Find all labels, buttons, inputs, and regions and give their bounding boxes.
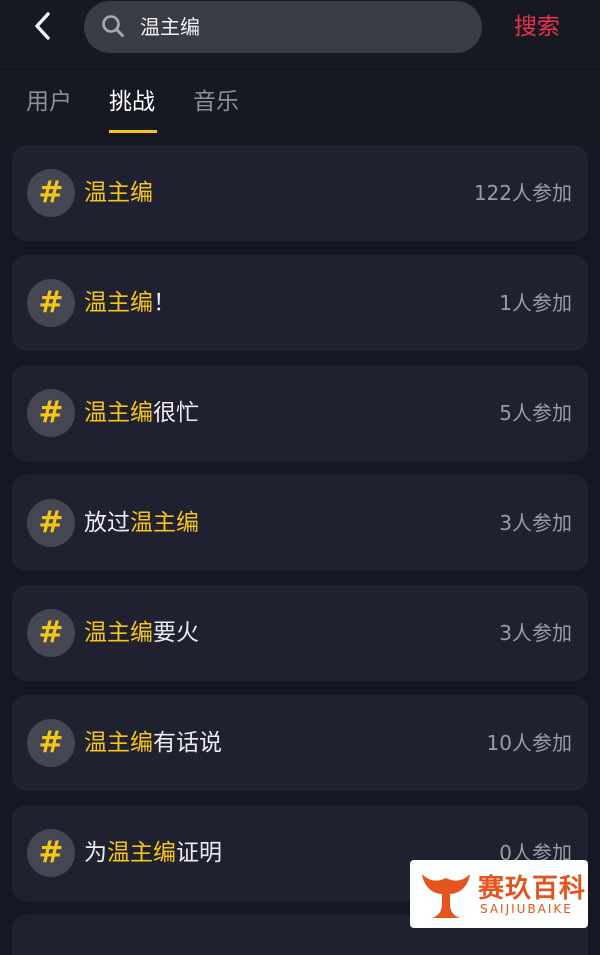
hashtag-icon: # (27, 169, 75, 217)
challenge-item[interactable]: # 温主编 122人参加 (12, 145, 588, 241)
challenge-title: 为温主编证明 (84, 840, 222, 866)
chevron-left-icon (35, 12, 50, 40)
watermark-text-en: SAIJIUBAIKE (480, 902, 573, 916)
search-bar[interactable]: 温主编 (84, 1, 482, 53)
tab-users[interactable]: 用户 (26, 87, 72, 117)
participant-count: 122人参加 (473, 181, 572, 205)
tab-challenges[interactable]: 挑战 (109, 87, 155, 117)
challenge-title: 温主编 (84, 180, 153, 206)
challenge-item[interactable]: # 温主编！ 1人参加 (12, 255, 588, 351)
participant-count: 1人参加 (499, 291, 572, 315)
challenge-item[interactable]: # 放过温主编 3人参加 (12, 475, 588, 571)
challenge-item[interactable]: # 温主编要火 3人参加 (12, 585, 588, 681)
challenge-item[interactable]: # 温主编很忙 5人参加 (12, 365, 588, 461)
hashtag-icon: # (27, 829, 75, 877)
hashtag-icon: # (27, 389, 75, 437)
tab-bar: 用户 挑战 音乐 (0, 66, 600, 133)
active-tab-indicator (109, 130, 157, 133)
participant-count: 5人参加 (499, 401, 572, 425)
hashtag-icon: # (27, 279, 75, 327)
participant-count: 3人参加 (499, 511, 572, 535)
hashtag-icon: # (27, 499, 75, 547)
watermark-text-cn: 赛玖百科 (478, 874, 587, 904)
search-button[interactable]: 搜索 (514, 12, 560, 42)
watermark-logo: 赛玖百科 SAIJIUBAIKE (410, 860, 588, 928)
top-bar: 温主编 搜索 (0, 0, 600, 64)
hashtag-icon: # (27, 609, 75, 657)
search-input[interactable]: 温主编 (140, 14, 200, 40)
challenge-item[interactable]: # 温主编有话说 10人参加 (12, 695, 588, 791)
participant-count: 3人参加 (499, 621, 572, 645)
search-icon (102, 15, 124, 37)
challenge-title: 放过温主编 (84, 510, 199, 536)
tab-music[interactable]: 音乐 (193, 87, 239, 117)
back-button[interactable] (26, 8, 62, 44)
whale-tail-icon (422, 874, 470, 918)
challenge-title: 温主编要火 (84, 620, 199, 646)
challenge-title: 温主编！ (84, 290, 176, 316)
participant-count: 10人参加 (486, 731, 572, 755)
hashtag-icon: # (27, 719, 75, 767)
challenge-title: 温主编很忙 (84, 400, 199, 426)
challenge-title: 温主编有话说 (84, 730, 222, 756)
